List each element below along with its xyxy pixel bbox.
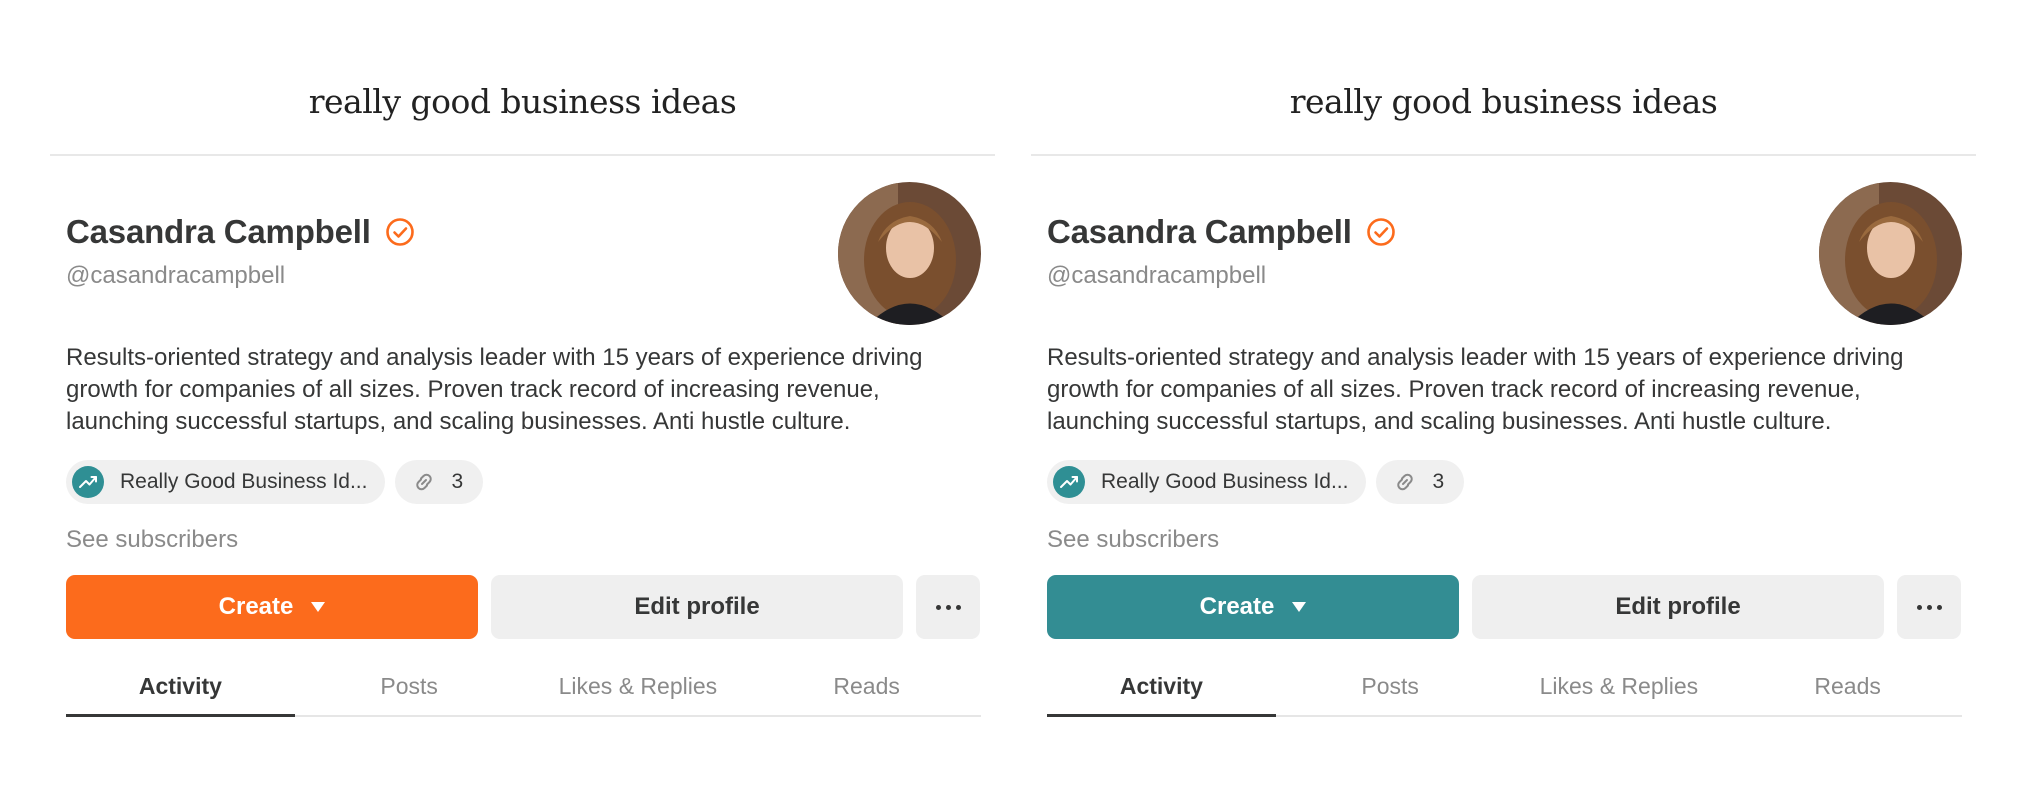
more-options-button[interactable] <box>916 575 980 639</box>
ellipsis-icon <box>935 604 961 610</box>
more-options-button[interactable] <box>1897 575 1961 639</box>
tab-reads[interactable]: Reads <box>752 665 981 715</box>
links-count: 3 <box>451 470 464 493</box>
see-subscribers-link[interactable]: See subscribers <box>1047 526 1219 554</box>
avatar[interactable] <box>838 182 981 325</box>
profile-tabs: Activity Posts Likes & Replies Reads <box>1047 665 1962 717</box>
link-icon <box>1392 469 1418 495</box>
avatar[interactable] <box>1819 182 1962 325</box>
tab-activity[interactable]: Activity <box>66 665 295 717</box>
ellipsis-icon <box>1916 604 1942 610</box>
tab-activity[interactable]: Activity <box>1047 665 1276 717</box>
create-button[interactable]: Create <box>66 575 478 639</box>
profile-actions: Create Edit profile <box>66 575 980 639</box>
links-chip[interactable]: 3 <box>395 460 484 504</box>
profile-chips: Really Good Business Id... 3 <box>1047 460 1465 504</box>
profile-panel-teal: really good business ideas Casandra Camp… <box>1031 0 1976 794</box>
profile-bio: Results-oriented strategy and analysis l… <box>1047 344 1904 435</box>
edit-profile-button[interactable]: Edit profile <box>1472 575 1884 639</box>
publication-chip[interactable]: Really Good Business Id... <box>66 460 386 504</box>
link-icon <box>411 469 437 495</box>
header-divider <box>50 154 995 156</box>
profile-handle: @casandracampbell <box>1047 262 1267 289</box>
publication-chip-label: Really Good Business Id... <box>1101 470 1349 493</box>
publication-logo[interactable]: really good business ideas <box>50 82 995 121</box>
trending-up-icon <box>72 466 104 498</box>
caret-down-icon <box>1292 602 1307 612</box>
tab-likes-replies[interactable]: Likes & Replies <box>524 665 753 715</box>
profile-tabs: Activity Posts Likes & Replies Reads <box>66 665 981 717</box>
trending-up-icon <box>1053 466 1085 498</box>
links-count: 3 <box>1432 470 1445 493</box>
check-circle-icon <box>1366 217 1396 247</box>
see-subscribers-link[interactable]: See subscribers <box>66 526 238 554</box>
publication-logo[interactable]: really good business ideas <box>1031 82 1976 121</box>
header-divider <box>1031 154 1976 156</box>
check-circle-icon <box>385 217 415 247</box>
tab-likes-replies[interactable]: Likes & Replies <box>1505 665 1734 715</box>
caret-down-icon <box>311 602 326 612</box>
profile-bio: Results-oriented strategy and analysis l… <box>66 344 923 435</box>
tab-posts[interactable]: Posts <box>295 665 524 715</box>
publication-chip[interactable]: Really Good Business Id... <box>1047 460 1367 504</box>
publication-chip-label: Really Good Business Id... <box>120 470 368 493</box>
tab-posts[interactable]: Posts <box>1276 665 1505 715</box>
create-button[interactable]: Create <box>1047 575 1459 639</box>
tab-reads[interactable]: Reads <box>1733 665 1962 715</box>
profile-name: Casandra Campbell <box>1047 213 1352 250</box>
profile-name-row: Casandra Campbell <box>1047 213 1396 251</box>
profile-actions: Create Edit profile <box>1047 575 1961 639</box>
profile-panel-orange: really good business ideas Casandra Camp… <box>50 0 995 794</box>
create-button-label: Create <box>218 593 294 620</box>
edit-profile-button[interactable]: Edit profile <box>491 575 903 639</box>
profile-chips: Really Good Business Id... 3 <box>66 460 484 504</box>
profile-name-row: Casandra Campbell <box>66 213 415 251</box>
create-button-label: Create <box>1199 593 1275 620</box>
profile-name: Casandra Campbell <box>66 213 371 250</box>
links-chip[interactable]: 3 <box>1376 460 1465 504</box>
profile-handle: @casandracampbell <box>66 262 286 289</box>
